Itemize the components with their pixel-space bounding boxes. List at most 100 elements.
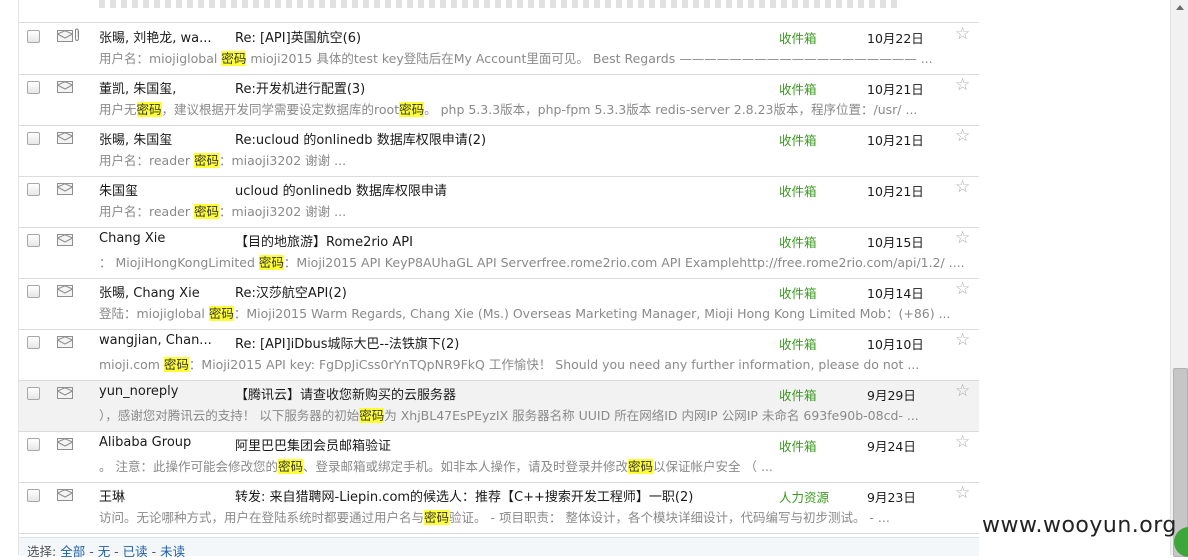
mail-subject[interactable]: Re:汉莎航空API(2) — [235, 282, 755, 301]
select-none-link[interactable]: 无 — [98, 544, 111, 559]
envelope-icon — [57, 132, 73, 144]
mail-subject[interactable]: 阿里巴巴集团会员邮箱验证 — [235, 435, 755, 454]
envelope-icon — [57, 234, 73, 246]
snippet-text: 、登录邮箱或绑定手机。如非本人操作，请及时登录并修改 — [303, 459, 629, 474]
checkbox-icon[interactable] — [27, 234, 40, 247]
snippet-text: 用户无 — [99, 102, 137, 117]
mail-folder-label[interactable]: 收件箱 — [779, 385, 817, 404]
checkbox-icon[interactable] — [27, 438, 40, 451]
mail-subject[interactable]: Re:开发机进行配置(3) — [235, 78, 755, 97]
snippet-text: ：miaoji3202 谢谢 ... — [218, 153, 347, 168]
envelope-icon — [57, 81, 73, 93]
keyword-highlight: 密码 — [193, 204, 219, 219]
select-read-link[interactable]: 已读 — [123, 544, 148, 559]
mail-sender: Alibaba Group — [99, 435, 192, 450]
mail-subject[interactable]: 【目的地旅游】Rome2rio API — [235, 231, 755, 250]
separator: - — [110, 544, 123, 559]
envelope-icon — [57, 438, 73, 450]
star-icon[interactable]: ☆ — [955, 279, 970, 299]
mail-sender: 张暘, 朱国玺 — [99, 133, 173, 148]
mail-date: 10月21日 — [867, 184, 924, 199]
mail-row[interactable]: 张暘, Chang Xie Re:汉莎航空API(2) 收件箱 10月14日 ☆ 登陆：m… — [19, 279, 979, 330]
mail-subject[interactable]: 转发: 来自猎聘网-Liepin.com的候选人：推荐【C++搜索开发工程师】一… — [235, 486, 755, 505]
star-icon[interactable]: ☆ — [955, 330, 970, 350]
checkbox-icon[interactable] — [27, 81, 40, 94]
envelope-icon — [57, 30, 73, 42]
keyword-highlight: 密码 — [136, 102, 162, 117]
star-icon[interactable]: ☆ — [955, 126, 970, 146]
mail-sender: 张暘, Chang Xie — [99, 286, 200, 301]
keyword-highlight: 密码 — [193, 153, 219, 168]
star-icon[interactable]: ☆ — [955, 432, 970, 452]
star-icon[interactable]: ☆ — [955, 24, 970, 44]
keyword-highlight: 密码 — [399, 102, 425, 117]
snippet-text: ，建议根据开发同学需要设定数据库的root — [161, 102, 400, 117]
mail-row[interactable]: 朱国玺 ucloud 的onlinedb 数据库权限申请 收件箱 10月21日 ☆ 用户名… — [19, 177, 979, 228]
mail-date: 10月14日 — [867, 286, 924, 301]
checkbox-icon[interactable] — [27, 132, 40, 145]
snippet-text: 访问。无论哪种方式，用户在登陆系统时都要通过用户名与 — [99, 510, 425, 525]
checkbox-icon[interactable] — [27, 387, 40, 400]
select-all-link[interactable]: 全部 — [60, 544, 85, 559]
mail-snippet: mioji.com 密码：Mioji2015 API key: FgDpJiCs… — [99, 355, 969, 375]
mail-subject[interactable]: ucloud 的onlinedb 数据库权限申请 — [235, 180, 755, 199]
mail-snippet: ： MiojiHongKongLimited 密码：Mioji2015 API … — [99, 253, 969, 273]
checkbox-icon[interactable] — [27, 30, 40, 43]
mail-date: 9月23日 — [867, 490, 916, 505]
snippet-text: 为 XhjBL47EsPEyzIX 服务器名称 UUID 所在网络ID 内网IP… — [384, 408, 919, 423]
mail-folder-label[interactable]: 收件箱 — [779, 28, 817, 47]
mail-row[interactable]: Alibaba Group 阿里巴巴集团会员邮箱验证 收件箱 9月24日 ☆ 。 注意：此… — [19, 432, 979, 483]
mail-snippet: 用户名：reader 密码：miaoji3202 谢谢 ... — [99, 202, 969, 222]
mail-sender: 王琳 — [99, 490, 126, 505]
mail-snippet: 用户无密码，建议根据开发同学需要设定数据库的root密码。 php 5.3.3版… — [99, 100, 969, 120]
snippet-text: ：Mioji2015 API KeyP8AUhaGL API Serverfre… — [283, 255, 965, 270]
mail-row[interactable]: yun_noreply 【腾讯云】请查收您新购买的云服务器 收件箱 9月29日 ☆ ），感… — [19, 381, 979, 432]
checkbox-icon[interactable] — [27, 285, 40, 298]
mail-snippet: 登陆：miojiglobal 密码：Mioji2015 Warm Regards… — [99, 304, 969, 324]
snippet-text: ：Mioji2015 Warm Regards, Chang Xie (Ms.)… — [233, 306, 951, 321]
mail-folder-label[interactable]: 收件箱 — [779, 334, 817, 353]
snippet-text: ： MiojiHongKongLimited — [99, 255, 259, 270]
mail-folder-label[interactable]: 收件箱 — [779, 232, 817, 251]
keyword-highlight: 密码 — [258, 255, 284, 270]
mail-snippet: ），感谢您对腾讯云的支持！ 以下服务器的初始密码为 XhjBL47EsPEyzI… — [99, 406, 969, 426]
mail-row[interactable]: 张暘, 刘艳龙, wa... Re: [API]英国航空(6) 收件箱 10月22日 ☆… — [19, 24, 979, 75]
mail-row[interactable]: wangjian, Chan... Re: [API]iDbus城际大巴--法铁旗… — [19, 330, 979, 381]
mail-subject[interactable]: Re: [API]iDbus城际大巴--法铁旗下(2) — [235, 333, 755, 352]
snippet-text: ：Mioji2015 API key: FgDpJiCss0rYnTQpNR9F… — [188, 357, 920, 372]
mail-sender: yun_noreply — [99, 384, 179, 399]
mail-folder-label[interactable]: 人力资源 — [779, 487, 829, 506]
mail-snippet: 用户名：miojiglobal 密码 mioji2015 具体的test key… — [99, 49, 969, 69]
vertical-scrollbar[interactable] — [1170, 0, 1188, 557]
mail-snippet: 用户名：reader 密码：miaoji3202 谢谢 ... — [99, 151, 969, 171]
star-icon[interactable]: ☆ — [955, 381, 970, 401]
mail-subject[interactable]: Re:ucloud 的onlinedb 数据库权限申请(2) — [235, 129, 755, 148]
mail-snippet: 访问。无论哪种方式，用户在登陆系统时都要通过用户名与密码验证。 - 项目职责： … — [99, 508, 969, 528]
mail-row[interactable]: 董凯, 朱国玺, Re:开发机进行配置(3) 收件箱 10月21日 ☆ 用户无密码，建议根… — [19, 75, 979, 126]
star-icon[interactable]: ☆ — [955, 75, 970, 95]
checkbox-icon[interactable] — [27, 183, 40, 196]
mail-sender: 董凯, 朱国玺, — [99, 82, 177, 97]
star-icon[interactable]: ☆ — [955, 483, 970, 503]
mail-folder-label[interactable]: 收件箱 — [779, 436, 817, 455]
mail-date: 10月15日 — [867, 235, 924, 250]
mail-subject[interactable]: Re: [API]英国航空(6) — [235, 27, 755, 46]
mail-subject[interactable]: 【腾讯云】请查收您新购买的云服务器 — [235, 384, 755, 403]
envelope-icon — [57, 183, 73, 195]
scroll-up-arrow-icon[interactable] — [1174, 2, 1186, 14]
mail-row[interactable]: 张暘, 朱国玺 Re:ucloud 的onlinedb 数据库权限申请(2) 收件箱… — [19, 126, 979, 177]
keyword-highlight: 密码 — [424, 510, 450, 525]
star-icon[interactable]: ☆ — [955, 228, 970, 248]
mail-row[interactable]: 王琳 转发: 来自猎聘网-Liepin.com的候选人：推荐【C++搜索开发工程师… — [19, 483, 979, 534]
mail-folder-label[interactable]: 收件箱 — [779, 181, 817, 200]
mail-folder-label[interactable]: 收件箱 — [779, 283, 817, 302]
select-unread-link[interactable]: 未读 — [160, 544, 185, 559]
mail-row[interactable]: Chang Xie 【目的地旅游】Rome2rio API 收件箱 10月15日 ☆ ： … — [19, 228, 979, 279]
checkbox-icon[interactable] — [27, 336, 40, 349]
mail-date: 10月21日 — [867, 82, 924, 97]
mail-folder-label[interactable]: 收件箱 — [779, 79, 817, 98]
star-icon[interactable]: ☆ — [955, 177, 970, 197]
checkbox-icon[interactable] — [27, 489, 40, 502]
mail-folder-label[interactable]: 收件箱 — [779, 130, 817, 149]
mail-date: 10月21日 — [867, 133, 924, 148]
